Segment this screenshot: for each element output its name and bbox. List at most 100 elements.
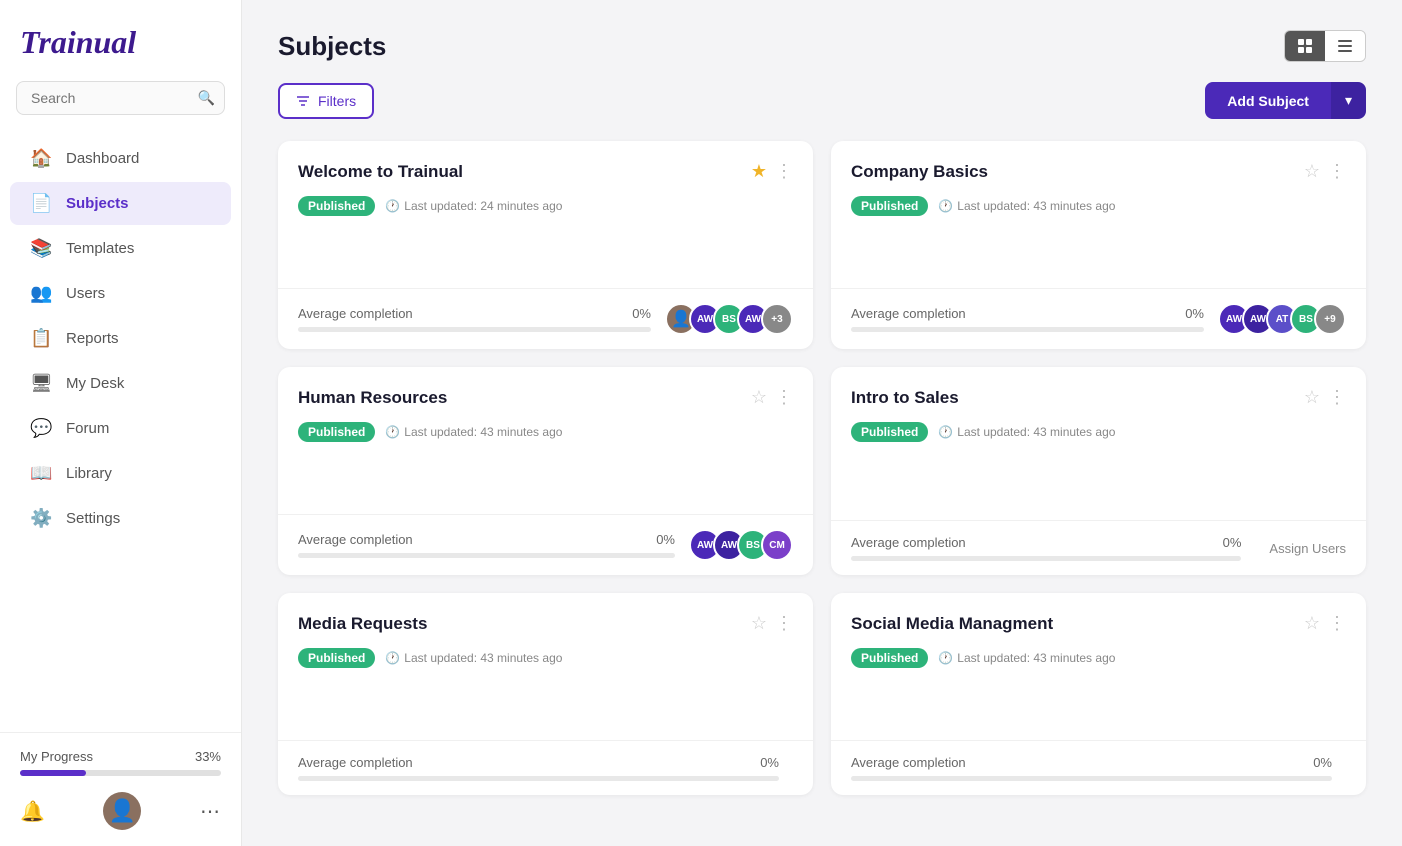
card-icons: ☆ ⋮ — [1304, 613, 1346, 634]
completion-label-row: Average completion 0% — [851, 306, 1204, 321]
star-icon[interactable]: ☆ — [751, 387, 767, 408]
card-title-row: Welcome to Trainual ★ ⋮ — [298, 161, 793, 182]
card-title-row: Intro to Sales ☆ ⋮ — [851, 387, 1346, 408]
more-options-icon[interactable]: ⋮ — [775, 613, 793, 634]
clock-icon: 🕐 — [938, 199, 953, 213]
subject-card: Media Requests ☆ ⋮ Published 🕐 Last upda… — [278, 593, 813, 795]
more-options-icon[interactable]: ⋮ — [1328, 161, 1346, 182]
avatar-count: +3 — [761, 303, 793, 335]
sidebar-item-forum[interactable]: 💬 Forum — [10, 407, 231, 450]
sidebar-item-label: Users — [66, 285, 105, 302]
completion-bar-bg — [851, 556, 1241, 561]
star-icon[interactable]: ☆ — [1304, 613, 1320, 634]
card-meta: Published 🕐 Last updated: 43 minutes ago — [851, 196, 1346, 216]
sidebar-item-templates[interactable]: 📚 Templates — [10, 227, 231, 270]
completion-section: Average completion 0% — [851, 535, 1241, 561]
avatar-count: +9 — [1314, 303, 1346, 335]
avatars-group: AWAWATBS+9 — [1218, 303, 1346, 335]
sidebar-item-settings[interactable]: ⚙️ Settings — [10, 497, 231, 540]
card-title-row: Social Media Managment ☆ ⋮ — [851, 613, 1346, 634]
completion-section: Average completion 0% — [298, 532, 675, 558]
completion-pct: 0% — [760, 755, 779, 770]
subject-card: Social Media Managment ☆ ⋮ Published 🕐 L… — [831, 593, 1366, 795]
more-options-icon[interactable]: ⋮ — [1328, 387, 1346, 408]
footer-actions: 🔔 👤 ⋯ — [20, 792, 221, 830]
completion-label: Average completion — [851, 306, 966, 321]
subject-card: Company Basics ☆ ⋮ Published 🕐 Last upda… — [831, 141, 1366, 349]
more-options-icon[interactable]: ⋮ — [775, 161, 793, 182]
bell-icon[interactable]: 🔔 — [20, 799, 45, 824]
card-top: Social Media Managment ☆ ⋮ Published 🕐 L… — [831, 593, 1366, 740]
more-options-icon[interactable]: ⋮ — [775, 387, 793, 408]
last-updated: 🕐 Last updated: 43 minutes ago — [938, 651, 1115, 665]
clock-icon: 🕐 — [385, 651, 400, 665]
sidebar-item-label: Subjects — [66, 195, 129, 212]
star-icon[interactable]: ★ — [751, 161, 767, 182]
status-badge: Published — [298, 422, 375, 442]
completion-label: Average completion — [298, 532, 413, 547]
sidebar-item-subjects[interactable]: 📄 Subjects — [10, 182, 231, 225]
avatars-group: 👤AWBSAW+3 — [665, 303, 793, 335]
settings-icon: ⚙️ — [30, 508, 52, 529]
clock-icon: 🕐 — [938, 425, 953, 439]
card-title: Social Media Managment — [851, 614, 1053, 634]
completion-label-row: Average completion 0% — [851, 755, 1332, 770]
completion-pct: 0% — [1185, 306, 1204, 321]
sidebar-item-users[interactable]: 👥 Users — [10, 272, 231, 315]
library-icon: 📖 — [30, 463, 52, 484]
more-options-icon[interactable]: ⋯ — [200, 799, 221, 824]
completion-section: Average completion 0% — [298, 306, 651, 332]
progress-bar-fill — [20, 770, 86, 776]
search-input[interactable] — [16, 81, 225, 115]
page-title: Subjects — [278, 31, 386, 62]
main-header: Subjects — [278, 30, 1366, 62]
add-subject-dropdown-button[interactable]: ▾ — [1331, 82, 1366, 119]
sidebar-item-dashboard[interactable]: 🏠 Dashboard — [10, 137, 231, 180]
sidebar-item-mydesk[interactable]: 🖥 My Desk — [10, 362, 231, 405]
sidebar: Trainual 🔍 🏠 Dashboard 📄 Subjects 📚 Temp… — [0, 0, 242, 846]
completion-pct: 0% — [632, 306, 651, 321]
avatars-group: AWAWBSCM — [689, 529, 793, 561]
users-icon: 👥 — [30, 283, 52, 304]
star-icon[interactable]: ☆ — [1304, 161, 1320, 182]
user-avatar[interactable]: 👤 — [103, 792, 141, 830]
clock-icon: 🕐 — [385, 199, 400, 213]
completion-label: Average completion — [298, 755, 413, 770]
forum-icon: 💬 — [30, 418, 52, 439]
sidebar-item-library[interactable]: 📖 Library — [10, 452, 231, 495]
completion-label: Average completion — [298, 306, 413, 321]
card-bottom: Average completion 0% AWAWATBS+9 — [831, 288, 1366, 349]
mydesk-icon: 🖥 — [30, 373, 52, 394]
sidebar-item-reports[interactable]: 📋 Reports — [10, 317, 231, 360]
card-bottom: Average completion 0% — [831, 740, 1366, 795]
clock-icon: 🕐 — [385, 425, 400, 439]
status-badge: Published — [298, 648, 375, 668]
completion-pct: 0% — [1313, 755, 1332, 770]
filters-button[interactable]: Filters — [278, 83, 374, 119]
assign-users-text[interactable]: Assign Users — [1269, 541, 1346, 556]
toolbar: Filters Add Subject ▾ — [278, 82, 1366, 119]
star-icon[interactable]: ☆ — [1304, 387, 1320, 408]
grid-view-button[interactable] — [1285, 31, 1325, 61]
completion-label-row: Average completion 0% — [298, 306, 651, 321]
card-bottom: Average completion 0% AWAWBSCM — [278, 514, 813, 575]
card-meta: Published 🕐 Last updated: 43 minutes ago — [298, 422, 793, 442]
view-toggle — [1284, 30, 1366, 62]
card-top: Media Requests ☆ ⋮ Published 🕐 Last upda… — [278, 593, 813, 740]
more-options-icon[interactable]: ⋮ — [1328, 613, 1346, 634]
last-updated: 🕐 Last updated: 43 minutes ago — [938, 425, 1115, 439]
star-icon[interactable]: ☆ — [751, 613, 767, 634]
sidebar-item-label: Reports — [66, 330, 119, 347]
avatar: CM — [761, 529, 793, 561]
completion-bar-bg — [298, 776, 779, 781]
sidebar-item-label: My Desk — [66, 375, 124, 392]
card-top: Company Basics ☆ ⋮ Published 🕐 Last upda… — [831, 141, 1366, 288]
card-icons: ☆ ⋮ — [751, 613, 793, 634]
list-view-button[interactable] — [1325, 31, 1365, 61]
progress-bar-bg — [20, 770, 221, 776]
completion-section: Average completion 0% — [851, 306, 1204, 332]
add-subject-button[interactable]: Add Subject — [1205, 82, 1331, 119]
completion-label-row: Average completion 0% — [851, 535, 1241, 550]
card-top: Human Resources ☆ ⋮ Published 🕐 Last upd… — [278, 367, 813, 514]
card-icons: ★ ⋮ — [751, 161, 793, 182]
